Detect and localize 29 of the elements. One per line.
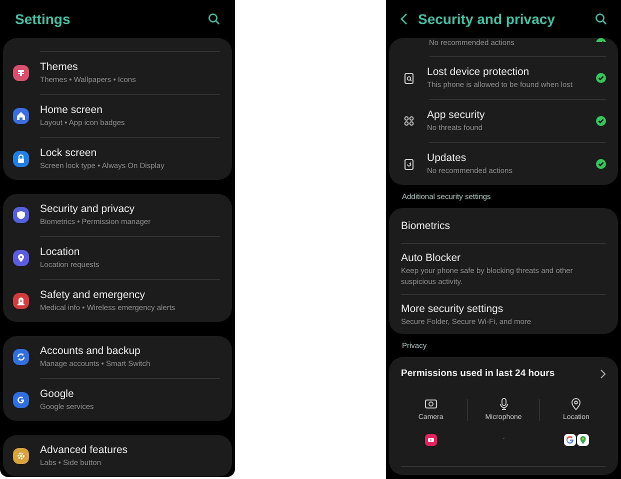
permissions-row[interactable]: Permissions used in last 24 hours	[389, 357, 618, 391]
phone-search-icon	[403, 72, 415, 84]
settings-item[interactable]: Biometrics	[389, 208, 618, 243]
item-title: Home screen	[40, 104, 104, 117]
apps-icon	[403, 114, 415, 128]
location-icon	[569, 397, 584, 411]
search-icon[interactable]	[208, 13, 220, 25]
item-title: Updates	[427, 152, 468, 165]
back-icon[interactable]	[400, 13, 408, 25]
item-title: Lock screen	[40, 147, 98, 160]
item-title: Advanced features	[40, 444, 128, 457]
permissions-title: Permissions used in last 24 hours	[401, 366, 555, 381]
update-icon	[403, 158, 415, 170]
item-title: Security and privacy	[40, 203, 136, 216]
item-title: Themes	[40, 61, 79, 74]
item-title: Accounts and backup	[40, 345, 142, 358]
camera-icon	[424, 397, 438, 411]
item-title: Auto Blocker	[401, 251, 462, 265]
chevron-icon	[600, 369, 606, 379]
screen-title: Settings	[15, 10, 70, 29]
search-icon[interactable]	[595, 13, 607, 25]
item-title: Google	[40, 388, 75, 401]
item-title: More security settings	[401, 302, 504, 316]
item-title: Biometrics	[401, 218, 452, 232]
item-title: Location	[40, 246, 81, 259]
item-title: Safety and emergency	[40, 289, 146, 302]
item-title: Lost device protection	[427, 66, 530, 79]
screen-title: Security and privacy	[418, 10, 556, 29]
item-title: App security	[427, 109, 486, 122]
